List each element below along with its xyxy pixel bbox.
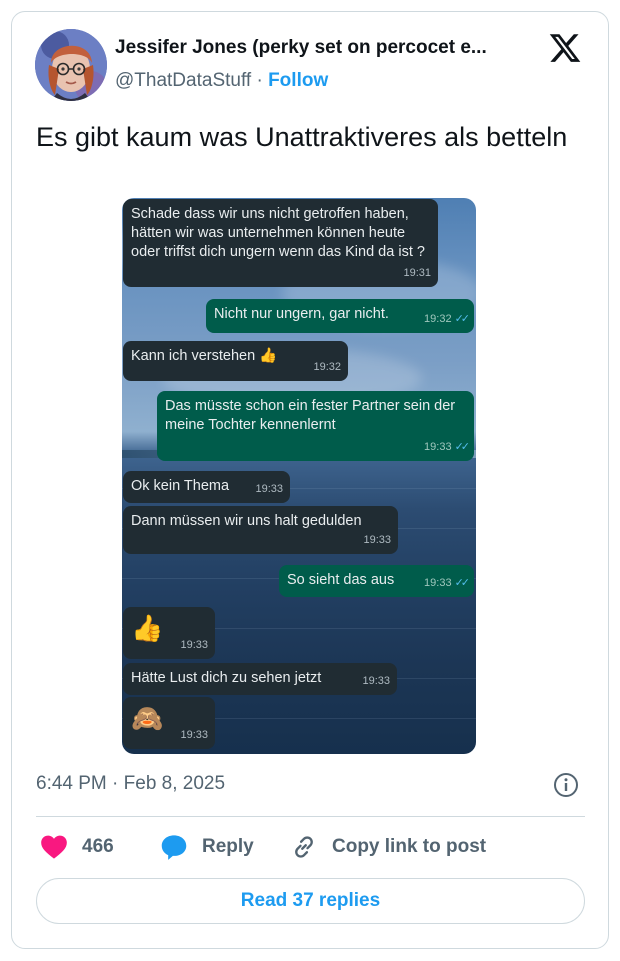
message-text: Das müsste schon ein fester Partner sein… — [165, 398, 456, 433]
message-time: 19:33 — [363, 534, 391, 546]
divider — [36, 816, 585, 817]
author-name[interactable]: Jessifer Jones (perky set on percocet e.… — [115, 37, 535, 59]
message-time: 19:33 — [424, 577, 452, 589]
message-text: Kann ich verstehen 👍 — [131, 348, 278, 364]
message-text: Hätte Lust dich zu sehen jetzt — [131, 670, 322, 686]
reply-button[interactable]: Reply — [160, 832, 254, 862]
message-time: 19:33 — [424, 441, 452, 453]
link-icon — [295, 836, 313, 858]
message-time: 19:31 — [403, 267, 431, 279]
message-bubble[interactable]: Kann ich verstehen 👍 19:32 — [123, 341, 348, 381]
message-time: 19:33 — [362, 675, 390, 687]
message-text: Dann müssen wir uns halt gedulden — [131, 513, 362, 529]
author-handle-row: @ThatDataStuff · Follow — [115, 70, 328, 92]
author-handle[interactable]: @ThatDataStuff — [115, 70, 251, 91]
message-time: 19:33 — [180, 729, 208, 741]
message-bubble[interactable]: Dann müssen wir uns halt gedulden 19:33 — [123, 506, 398, 554]
message-bubble[interactable]: Hätte Lust dich zu sehen jetzt 19:33 — [123, 663, 397, 695]
message-bubble[interactable]: Das müsste schon ein fester Partner sein… — [157, 391, 474, 461]
message-time-wrap: 19:32 ✓✓ — [424, 310, 471, 329]
read-replies-button[interactable]: Read 37 replies — [36, 878, 585, 924]
message-time-wrap: 19:33 ✓✓ — [424, 574, 471, 593]
double-check-icon: ✓✓ — [454, 577, 471, 589]
message-bubble[interactable]: Ok kein Thema 19:33 — [123, 471, 290, 503]
tweet-text: Es gibt kaum was Unattraktiveres als bet… — [36, 122, 568, 152]
message-time-wrap: 19:33 ✓✓ — [424, 438, 471, 457]
reply-bubble-icon — [161, 835, 187, 860]
message-bubble[interactable]: 👍 19:33 — [123, 607, 215, 659]
like-count: 466 — [82, 836, 114, 857]
follow-button[interactable]: Follow — [268, 70, 328, 91]
info-icon[interactable] — [553, 772, 579, 798]
like-button[interactable]: 466 — [40, 832, 114, 862]
message-bubble[interactable]: Schade dass wir uns nicht getroffen habe… — [123, 199, 438, 287]
message-bubble[interactable]: 🙈 19:33 — [123, 697, 215, 749]
message-bubble[interactable]: So sieht das aus 19:33 ✓✓ — [279, 565, 474, 597]
message-time: 19:33 — [255, 483, 283, 495]
chat-screenshot[interactable]: Schade dass wir uns nicht getroffen habe… — [122, 198, 476, 754]
double-check-icon: ✓✓ — [454, 441, 471, 453]
avatar[interactable] — [35, 29, 107, 101]
reply-label: Reply — [202, 836, 254, 857]
x-logo-icon[interactable] — [547, 31, 583, 65]
message-text: Schade dass wir uns nicht getroffen habe… — [131, 206, 425, 260]
message-time: 19:33 — [180, 639, 208, 651]
copy-link-label: Copy link to post — [332, 836, 487, 857]
copy-link-button[interactable]: Copy link to post — [290, 832, 486, 862]
tweet-timestamp[interactable]: 6:44 PM · Feb 8, 2025 — [36, 773, 225, 795]
double-check-icon: ✓✓ — [454, 313, 471, 325]
heart-icon — [41, 835, 67, 859]
message-bubble[interactable]: Nicht nur ungern, gar nicht. 19:32 ✓✓ — [206, 299, 474, 333]
message-time: 19:32 — [424, 313, 452, 325]
separator-dot: · — [256, 70, 263, 91]
message-time: 19:32 — [313, 361, 341, 373]
